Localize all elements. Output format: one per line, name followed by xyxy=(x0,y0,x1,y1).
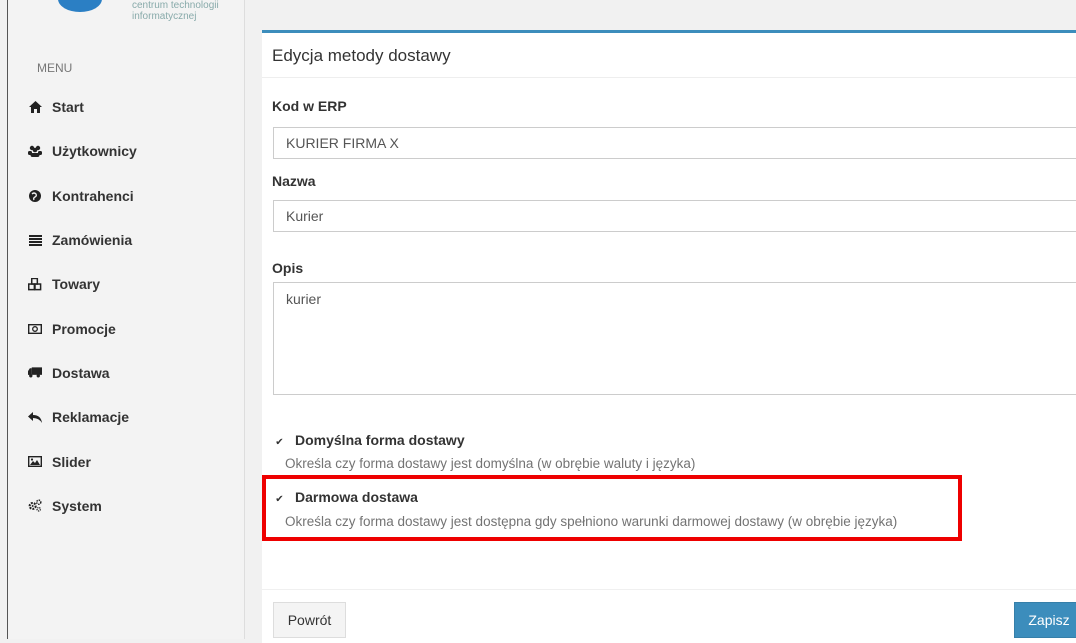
truck-icon xyxy=(28,366,42,380)
edit-panel: Edycja metody dostawy Kod w ERP Nazwa Op… xyxy=(262,30,1076,643)
title-divider xyxy=(262,77,1076,78)
sidebar-item-orders[interactable]: Zamówienia xyxy=(8,218,244,262)
default-delivery-checkbox[interactable]: ✔ xyxy=(273,436,286,449)
page-title: Edycja metody dostawy xyxy=(272,46,451,65)
description-label: Opis xyxy=(272,260,304,276)
sidebar-item-label: Towary xyxy=(52,276,100,293)
free-delivery-highlight xyxy=(262,475,962,541)
image-icon xyxy=(28,455,42,469)
save-button[interactable]: Zapisz xyxy=(1014,602,1076,638)
sidebar-item-promotions[interactable]: Promocje xyxy=(8,306,244,350)
reply-icon xyxy=(28,410,42,424)
sidebar-item-products[interactable]: Towary xyxy=(8,262,244,306)
name-input[interactable] xyxy=(273,200,1076,232)
sidebar-item-label: Start xyxy=(52,99,84,116)
money-icon xyxy=(28,322,42,336)
description-textarea[interactable]: kurier xyxy=(273,282,1076,395)
sidebar-item-delivery[interactable]: Dostawa xyxy=(8,351,244,395)
sidebar-item-complaints[interactable]: Reklamacje xyxy=(8,395,244,439)
name-label: Nazwa xyxy=(272,173,316,189)
list-icon xyxy=(28,233,42,247)
home-icon xyxy=(28,100,42,114)
sidebar-item-label: Zamówienia xyxy=(52,232,133,249)
sidebar-item-label: Dostawa xyxy=(52,364,110,381)
form-footer: Powrót Zapisz xyxy=(262,589,1076,643)
default-delivery-label[interactable]: Domyślna forma dostawy xyxy=(295,432,465,448)
sidebar-nav: Start Użytkownicy Kontrahenci Zamówienia… xyxy=(8,85,244,528)
sidebar-item-system[interactable]: System xyxy=(8,484,244,528)
sidebar-item-start[interactable]: Start xyxy=(8,85,244,129)
erp-code-input[interactable] xyxy=(273,127,1076,159)
logo-text: centrum technologii informatycznej xyxy=(132,0,219,22)
sidebar-item-label: Reklamacje xyxy=(52,409,130,426)
sidebar-item-label: Użytkownicy xyxy=(52,143,137,160)
logo-mark xyxy=(58,0,102,12)
back-button[interactable]: Powrót xyxy=(273,602,346,638)
erp-code-label: Kod w ERP xyxy=(272,98,347,114)
logo-line-2: informatycznej xyxy=(132,11,197,22)
logo: centrum technologii informatycznej xyxy=(8,0,244,48)
users-icon xyxy=(28,144,42,158)
sidebar-item-label: Slider xyxy=(52,453,91,470)
sidebar-item-label: Promocje xyxy=(52,320,116,337)
sidebar-item-users[interactable]: Użytkownicy xyxy=(8,129,244,173)
logo-line-1: centrum technologii xyxy=(132,0,219,11)
gears-icon xyxy=(28,499,42,513)
sidebar-item-label: Kontrahenci xyxy=(52,187,134,204)
cubes-icon xyxy=(28,277,42,291)
sidebar-item-slider[interactable]: Slider xyxy=(8,439,244,483)
sidebar-item-contractors[interactable]: Kontrahenci xyxy=(8,174,244,218)
globe-icon xyxy=(28,189,42,203)
menu-label: MENU xyxy=(37,61,73,75)
sidebar: centrum technologii informatycznej MENU … xyxy=(8,0,245,639)
sidebar-item-label: System xyxy=(52,497,102,514)
default-delivery-help: Określa czy forma dostawy jest domyślna … xyxy=(285,456,696,471)
